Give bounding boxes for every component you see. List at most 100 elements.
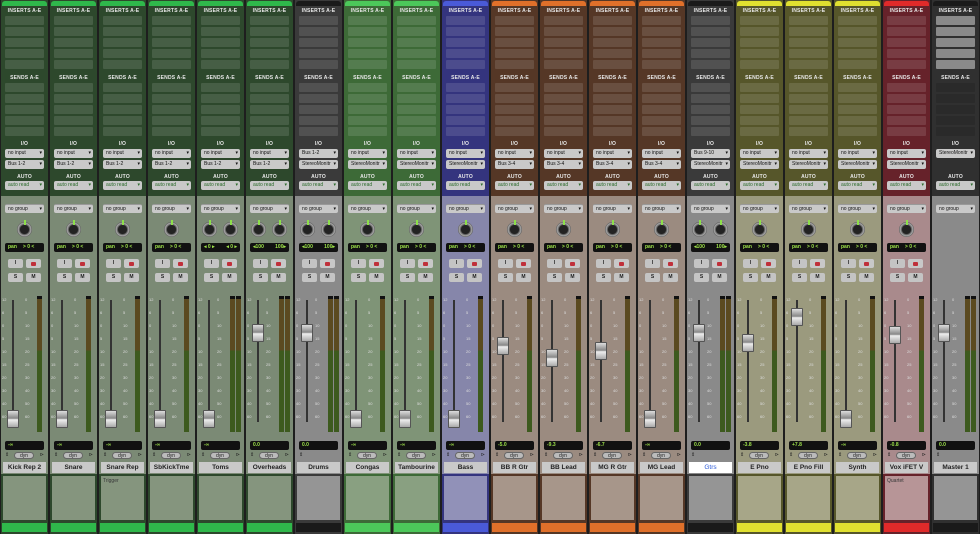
insert-slot[interactable] <box>789 38 828 47</box>
input-selector[interactable]: Bus 1-2 <box>299 149 338 158</box>
volume-fader[interactable] <box>154 410 166 428</box>
automation-mode-selector[interactable]: auto read <box>887 181 926 190</box>
stepper-icon[interactable]: ⇕ <box>642 452 646 458</box>
insert-slot[interactable] <box>397 49 436 58</box>
track-name[interactable]: Master 1 <box>934 462 977 473</box>
comment-field[interactable] <box>493 476 536 520</box>
input-selector[interactable]: no input <box>887 149 926 158</box>
output-selector[interactable]: StereoMonitr <box>740 160 779 169</box>
send-slot[interactable] <box>936 116 975 125</box>
insert-slot[interactable] <box>299 38 338 47</box>
automation-mode-selector[interactable]: auto read <box>495 181 534 190</box>
group-selector[interactable]: no group <box>936 204 975 213</box>
insert-slot[interactable] <box>691 16 730 25</box>
comment-field[interactable] <box>787 476 830 520</box>
comment-field[interactable] <box>52 476 95 520</box>
send-slot[interactable] <box>642 127 681 136</box>
mute-button[interactable]: M <box>908 273 923 282</box>
insert-slot[interactable] <box>201 49 240 58</box>
group-selector[interactable]: no group <box>397 204 436 213</box>
solo-button[interactable]: S <box>498 273 513 282</box>
pan-knob[interactable] <box>801 220 816 237</box>
send-slot[interactable] <box>936 127 975 136</box>
stepper-icon[interactable]: ⇕ <box>691 452 695 458</box>
group-selector[interactable]: no group <box>789 204 828 213</box>
send-slot[interactable] <box>740 127 779 136</box>
record-enable-button[interactable] <box>712 259 727 268</box>
insert-slot[interactable] <box>838 60 877 69</box>
send-slot[interactable] <box>5 105 44 114</box>
record-enable-button[interactable] <box>859 259 874 268</box>
send-slot[interactable] <box>838 116 877 125</box>
volume-fader[interactable] <box>7 410 19 428</box>
insert-slot[interactable] <box>593 60 632 69</box>
stepper-icon[interactable]: ⇕ <box>544 452 548 458</box>
solo-button[interactable]: S <box>57 273 72 282</box>
input-selector[interactable]: no input <box>5 149 44 158</box>
send-slot[interactable] <box>593 94 632 103</box>
track-name[interactable]: E Pno Fill <box>787 462 830 473</box>
stepper-icon[interactable]: ⇕ <box>5 452 9 458</box>
send-slot[interactable] <box>593 83 632 92</box>
automation-mode-selector[interactable]: auto read <box>544 181 583 190</box>
insert-slot[interactable] <box>348 27 387 36</box>
send-slot[interactable] <box>593 116 632 125</box>
insert-slot[interactable] <box>838 38 877 47</box>
input-selector[interactable]: no input <box>201 149 240 158</box>
insert-slot[interactable] <box>397 38 436 47</box>
input-monitor-button[interactable]: I <box>8 259 23 268</box>
input-monitor-button[interactable]: I <box>57 259 72 268</box>
key-input-icon[interactable]: ⊳ <box>628 452 632 458</box>
mute-button[interactable]: M <box>810 273 825 282</box>
pan-knob[interactable] <box>850 220 865 237</box>
insert-slot[interactable] <box>103 16 142 25</box>
insert-slot[interactable] <box>838 49 877 58</box>
insert-slot[interactable] <box>887 16 926 25</box>
input-selector[interactable]: no input <box>250 149 289 158</box>
send-slot[interactable] <box>544 83 583 92</box>
insert-slot[interactable] <box>250 38 289 47</box>
insert-slot[interactable] <box>54 16 93 25</box>
send-slot[interactable] <box>152 127 191 136</box>
pan-knob[interactable] <box>164 220 179 237</box>
input-monitor-button[interactable]: I <box>645 259 660 268</box>
stepper-icon[interactable]: ⇕ <box>495 452 499 458</box>
send-slot[interactable] <box>544 94 583 103</box>
send-slot[interactable] <box>250 127 289 136</box>
insert-slot[interactable] <box>936 38 975 47</box>
send-slot[interactable] <box>593 127 632 136</box>
key-input-icon[interactable]: ⊳ <box>236 452 240 458</box>
send-slot[interactable] <box>299 127 338 136</box>
insert-slot[interactable] <box>152 27 191 36</box>
insert-slot[interactable] <box>838 27 877 36</box>
mute-button[interactable]: M <box>369 273 384 282</box>
send-slot[interactable] <box>642 83 681 92</box>
send-slot[interactable] <box>397 94 436 103</box>
send-slot[interactable] <box>348 127 387 136</box>
automation-mode-selector[interactable]: auto read <box>299 181 338 190</box>
solo-button[interactable]: S <box>8 273 23 282</box>
send-slot[interactable] <box>838 83 877 92</box>
automation-mode-selector[interactable]: auto read <box>250 181 289 190</box>
send-slot[interactable] <box>495 94 534 103</box>
mute-button[interactable]: M <box>761 273 776 282</box>
comment-field[interactable] <box>297 476 340 520</box>
mute-button[interactable]: M <box>614 273 629 282</box>
volume-fader[interactable] <box>203 410 215 428</box>
stepper-icon[interactable]: ⇕ <box>299 452 303 458</box>
insert-slot[interactable] <box>397 27 436 36</box>
output-selector[interactable]: Bus 3-4 <box>495 160 534 169</box>
send-slot[interactable] <box>103 94 142 103</box>
key-input-icon[interactable]: ⊳ <box>383 452 387 458</box>
key-input-icon[interactable]: ⊳ <box>481 452 485 458</box>
send-slot[interactable] <box>691 127 730 136</box>
mute-button[interactable]: M <box>565 273 580 282</box>
output-selector[interactable]: StereoMonitr <box>446 160 485 169</box>
track-name[interactable]: Toms <box>199 462 242 473</box>
volume-fader[interactable] <box>595 341 607 360</box>
solo-button[interactable]: S <box>400 273 415 282</box>
track-name[interactable]: E Pno <box>738 462 781 473</box>
send-slot[interactable] <box>740 94 779 103</box>
group-selector[interactable]: no group <box>544 204 583 213</box>
insert-slot[interactable] <box>544 27 583 36</box>
